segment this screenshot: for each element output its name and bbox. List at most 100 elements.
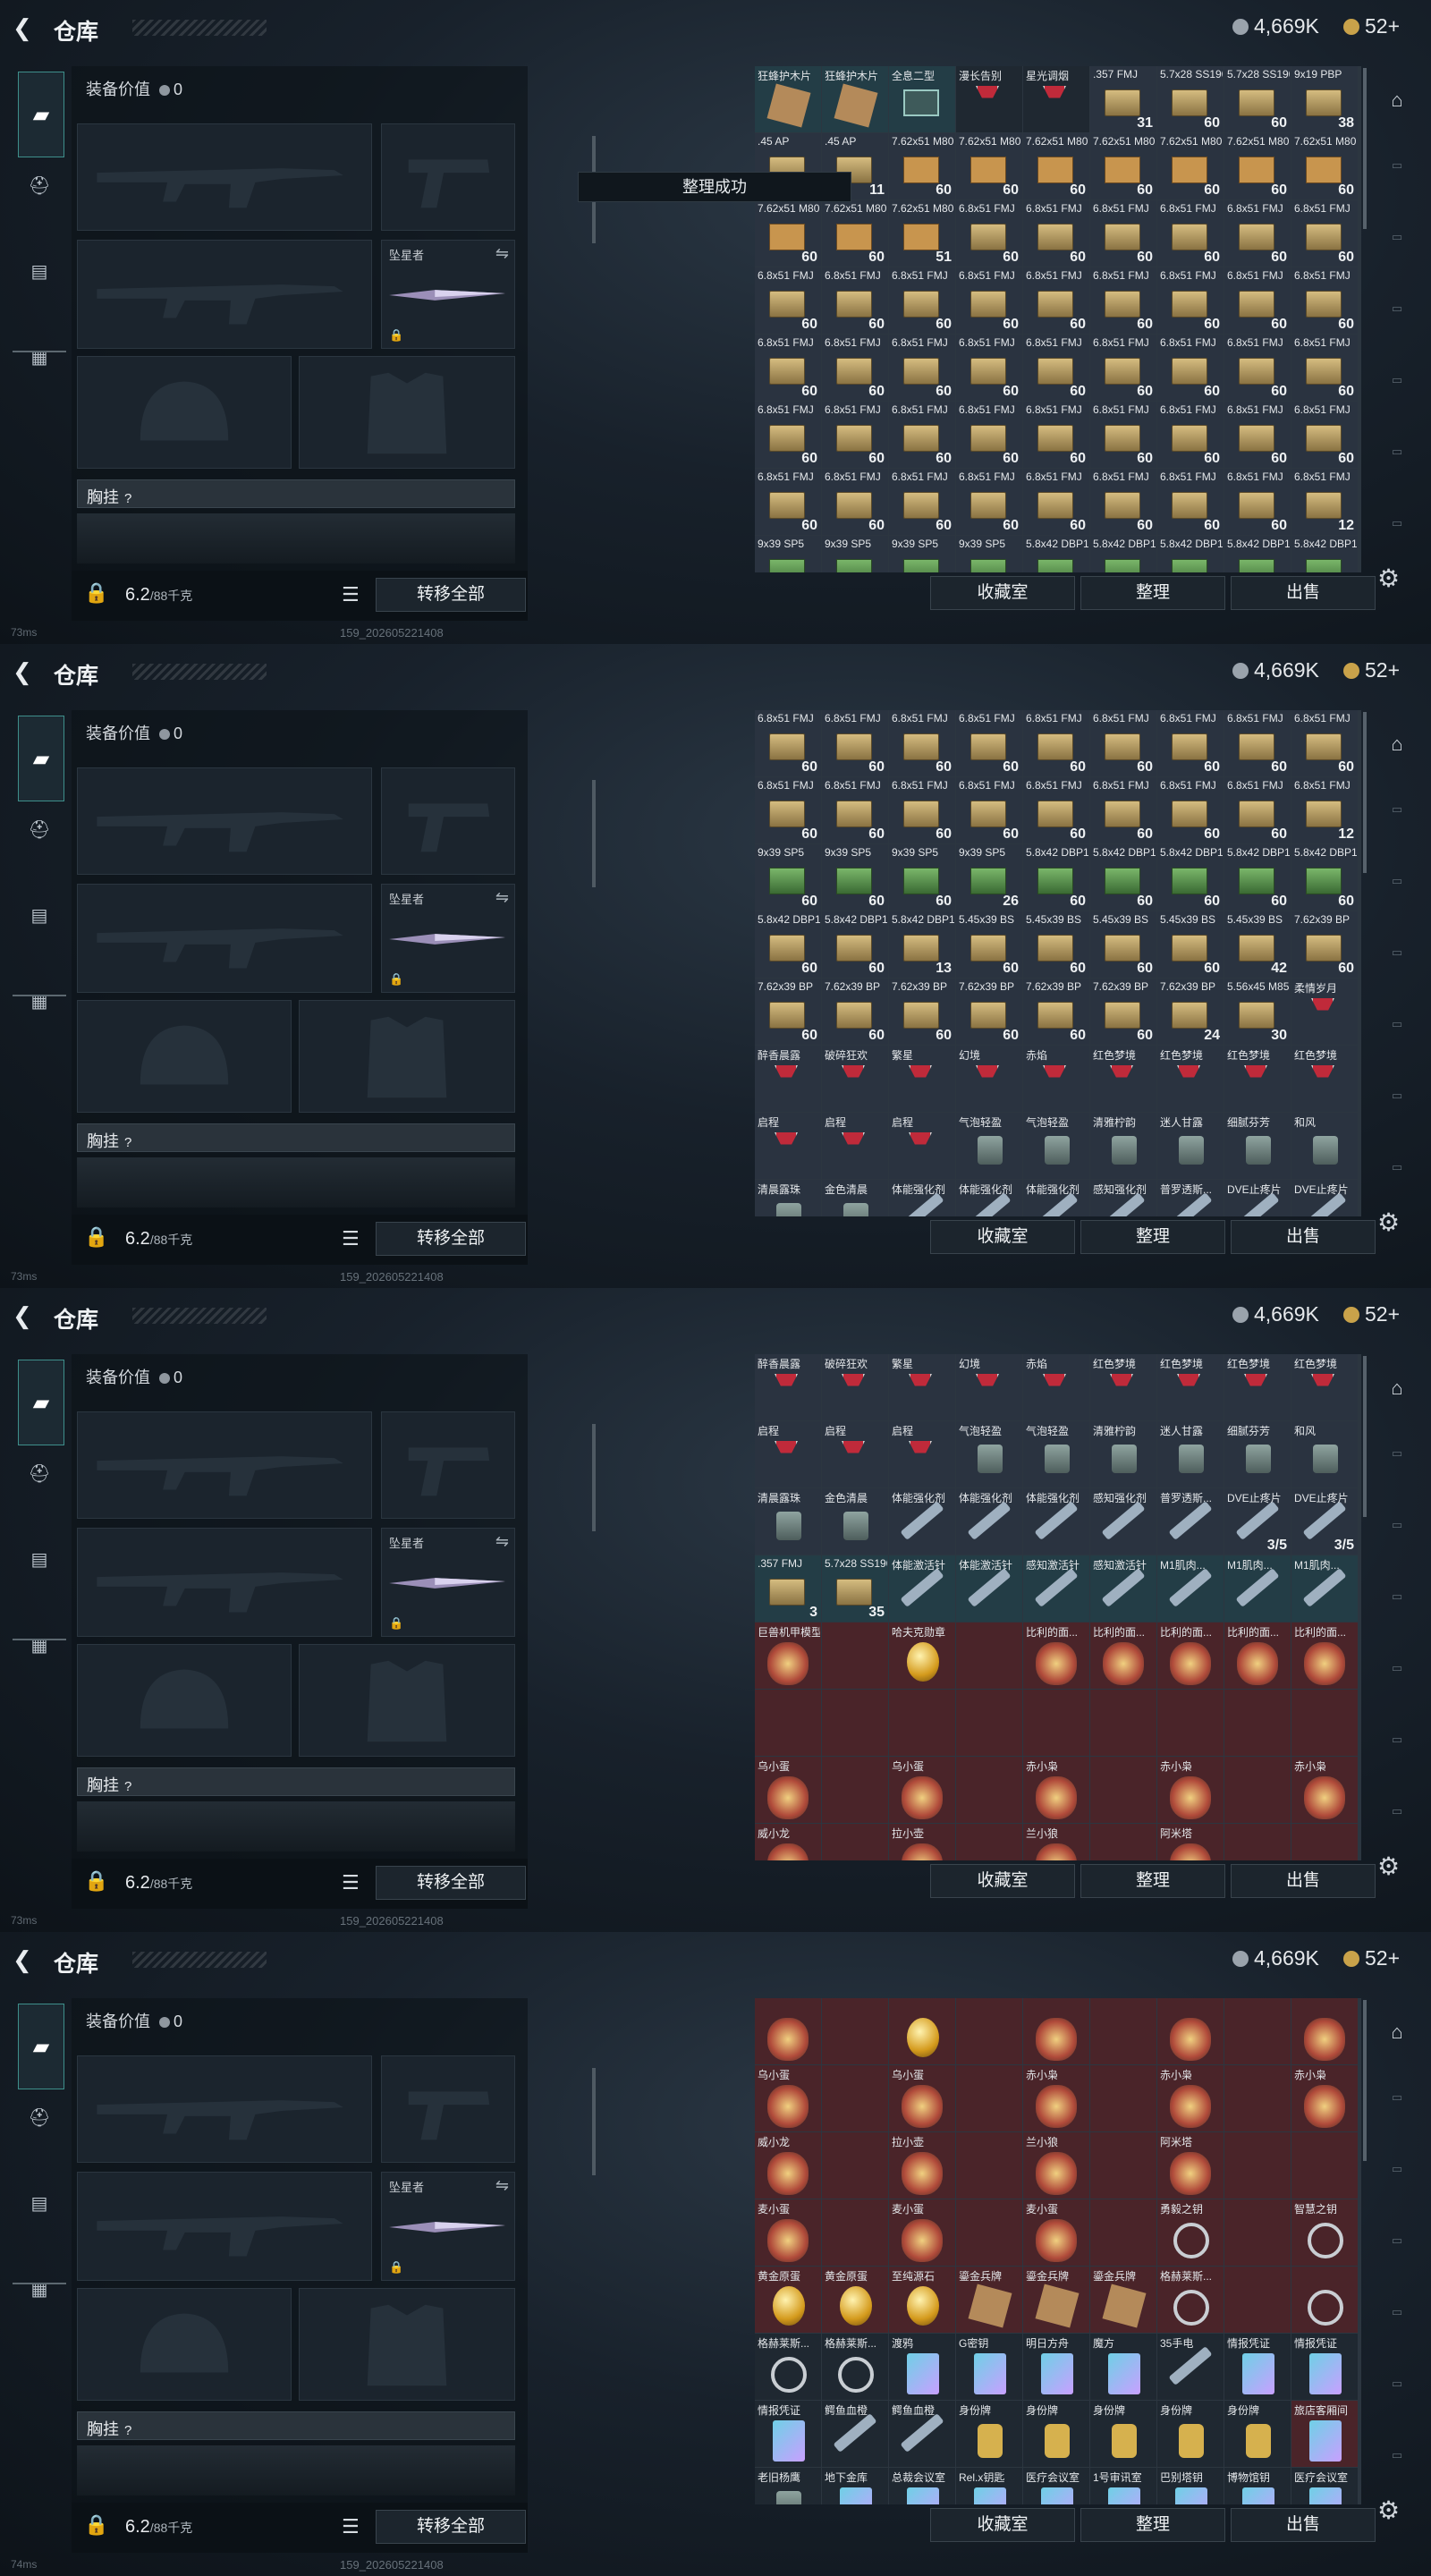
inventory-item[interactable]: 启程 <box>889 1113 955 1179</box>
inventory-item[interactable]: 6.8x51 FMJ 60 <box>1291 710 1358 776</box>
filter-icon[interactable]: ▭ <box>1377 2227 1417 2254</box>
tab-weapons[interactable]: ▰ <box>18 1360 64 1445</box>
inventory-item[interactable]: 6.8x51 FMJ 60 <box>1090 200 1156 267</box>
inventory-item[interactable]: 狂蜂护木片 <box>755 66 821 132</box>
inventory-item[interactable]: 感知激活针 <box>1023 1555 1089 1622</box>
inventory-item[interactable]: 6.8x51 FMJ 60 <box>956 200 1022 267</box>
sell-button[interactable]: 出售 <box>1231 1220 1376 1254</box>
inventory-item[interactable]: 身份牌 <box>956 2401 1022 2467</box>
tab-gear[interactable]: ▤ <box>18 250 61 293</box>
inventory-item[interactable]: 7.62x39 BP 60 <box>956 979 1022 1045</box>
inventory-item[interactable]: 柔情岁月 <box>1291 979 1358 1045</box>
inventory-item[interactable]: 阿米塔 <box>1157 2132 1224 2199</box>
collection-button[interactable]: 收藏室 <box>930 576 1075 610</box>
inventory-item[interactable]: 启程 <box>889 1421 955 1487</box>
inventory-item[interactable]: 5.8x42 DBP10 60 <box>1291 844 1358 911</box>
inventory-item[interactable]: 7.62x39 BP 60 <box>1090 979 1156 1045</box>
inventory-item[interactable]: 6.8x51 FMJ 60 <box>1291 402 1358 468</box>
inventory-item[interactable]: 启程 <box>822 1421 888 1487</box>
inventory-item[interactable] <box>1023 1998 1089 2064</box>
inventory-item[interactable]: 7.62x51 M80 60 <box>1090 133 1156 199</box>
inventory-item[interactable]: 迷人甘露 <box>1157 1113 1224 1179</box>
inventory-item[interactable] <box>956 1998 1022 2064</box>
melee-slot[interactable]: 坠星者 ⇋ 🔒 <box>381 884 515 993</box>
inventory-item[interactable]: 清雅柠韵 <box>1090 1421 1156 1487</box>
inventory-item[interactable]: 漫长告别 <box>956 66 1022 132</box>
inventory-item[interactable]: 35手电 <box>1157 2334 1224 2400</box>
tab-gear[interactable]: ▤ <box>18 2182 61 2225</box>
inventory-item[interactable] <box>1224 2065 1291 2131</box>
inventory-item[interactable]: 醉香晨露 <box>755 1046 821 1112</box>
inventory-item[interactable]: 医疗会议室 <box>1291 2468 1358 2504</box>
inventory-item[interactable]: 6.8x51 FMJ 60 <box>1090 267 1156 334</box>
inventory-item[interactable]: 7.62x39 BP 60 <box>1291 911 1358 978</box>
inventory-item[interactable]: 黄金原蛋 <box>822 2267 888 2333</box>
help-icon[interactable]: ? <box>124 491 131 506</box>
inventory-item[interactable]: 赤小枭 <box>1023 2065 1089 2131</box>
inventory-item[interactable] <box>1090 2065 1156 2131</box>
inventory-item[interactable]: 6.8x51 FMJ 60 <box>889 469 955 535</box>
inventory-item[interactable] <box>822 1623 888 1689</box>
inventory-item[interactable]: 5.8x42 DBP10 60 <box>822 911 888 978</box>
tab-gear[interactable]: ▤ <box>18 1538 61 1581</box>
filter-icon[interactable]: ▭ <box>1377 438 1417 465</box>
inventory-item[interactable]: 体能强化剂 <box>889 1180 955 1216</box>
inventory-item[interactable]: 博物馆钥 <box>1224 2468 1291 2504</box>
chest-rig-header[interactable]: 胸挂? <box>77 2411 515 2440</box>
filter-icon[interactable]: ▭ <box>1377 2084 1417 2111</box>
chest-rig-header[interactable]: 胸挂? <box>77 1767 515 1796</box>
loadout-scrollbar[interactable] <box>592 780 596 887</box>
inventory-item[interactable]: .357 FMJ 31 <box>1090 66 1156 132</box>
inventory-item[interactable] <box>822 1824 888 1860</box>
inventory-item[interactable]: 金色清晨 <box>822 1488 888 1555</box>
inventory-item[interactable]: 阿米塔 <box>1157 1824 1224 1860</box>
pistol-slot[interactable] <box>381 1411 515 1519</box>
inventory-item[interactable]: 赤小枭 <box>1291 2065 1358 2131</box>
inventory-item[interactable]: 格赫莱斯... <box>822 2334 888 2400</box>
inventory-item[interactable]: 6.8x51 FMJ 60 <box>1157 267 1224 334</box>
inventory-item[interactable]: 7.62x51 M80 60 <box>956 133 1022 199</box>
helmet-slot[interactable] <box>77 1000 292 1113</box>
inventory-item[interactable]: 乌小蛋 <box>755 2065 821 2131</box>
inventory-item[interactable]: 拉小壶 <box>889 2132 955 2199</box>
gear-icon[interactable]: ⚙ <box>1377 564 1400 593</box>
inventory-item[interactable]: 感知强化剂 <box>1090 1488 1156 1555</box>
inventory-item[interactable]: 巨兽机甲模型 <box>755 1623 821 1689</box>
inventory-item[interactable] <box>1090 2132 1156 2199</box>
filter-icon[interactable]: ▭ <box>1377 1726 1417 1753</box>
inventory-item[interactable]: 6.8x51 FMJ 60 <box>1023 469 1089 535</box>
back-arrow-icon[interactable]: ❮ <box>13 1946 32 1974</box>
inventory-item[interactable]: 鳄鱼血橙 <box>889 2401 955 2467</box>
inventory-item[interactable]: 6.8x51 FMJ 60 <box>889 335 955 401</box>
collection-button[interactable]: 收藏室 <box>930 1864 1075 1898</box>
inventory-item[interactable]: 巴别塔钥 <box>1157 2468 1224 2504</box>
inventory-item[interactable] <box>956 1623 1022 1689</box>
list-icon[interactable]: ☰ <box>342 1227 360 1250</box>
tab-armor[interactable]: ⛑ <box>18 1453 61 1496</box>
inventory-item[interactable]: 5.8x42 DBP10 60 <box>1023 844 1089 911</box>
inventory-item[interactable] <box>1090 1998 1156 2064</box>
inventory-item[interactable]: 繁星 <box>889 1046 955 1112</box>
tab-backpack[interactable]: ▦ <box>18 980 61 1023</box>
inventory-item[interactable] <box>1291 2132 1358 2199</box>
sell-button[interactable]: 出售 <box>1231 1864 1376 1898</box>
sell-button[interactable]: 出售 <box>1231 576 1376 610</box>
inventory-item[interactable]: 5.8x42 DBP10 60 <box>1090 844 1156 911</box>
inventory-item[interactable]: 红色梦境 <box>1291 1046 1358 1112</box>
inventory-item[interactable]: 感知强化剂 <box>1090 1180 1156 1216</box>
inventory-item[interactable]: 赤焰 <box>1023 1354 1089 1420</box>
list-icon[interactable]: ☰ <box>342 1871 360 1894</box>
filter-icon[interactable]: ▭ <box>1377 152 1417 179</box>
vault-icon[interactable]: ⌂ <box>1377 2012 1417 2052</box>
inventory-item[interactable]: 旅店客厢间 <box>1291 2401 1358 2467</box>
inventory-item[interactable] <box>1224 1824 1291 1860</box>
inventory-item[interactable]: 6.8x51 FMJ 60 <box>889 777 955 843</box>
inventory-item[interactable]: 比利的面... <box>1291 1623 1358 1689</box>
help-icon[interactable]: ? <box>124 1779 131 1794</box>
filter-icon[interactable]: ▭ <box>1377 224 1417 250</box>
transfer-all-button[interactable]: 转移全部 <box>376 578 526 612</box>
inventory-item[interactable]: 明日方舟 <box>1023 2334 1089 2400</box>
primary-weapon-slot[interactable] <box>77 123 372 231</box>
inventory-item[interactable]: 麦小蛋 <box>755 2199 821 2266</box>
armor-slot[interactable] <box>299 2288 515 2401</box>
